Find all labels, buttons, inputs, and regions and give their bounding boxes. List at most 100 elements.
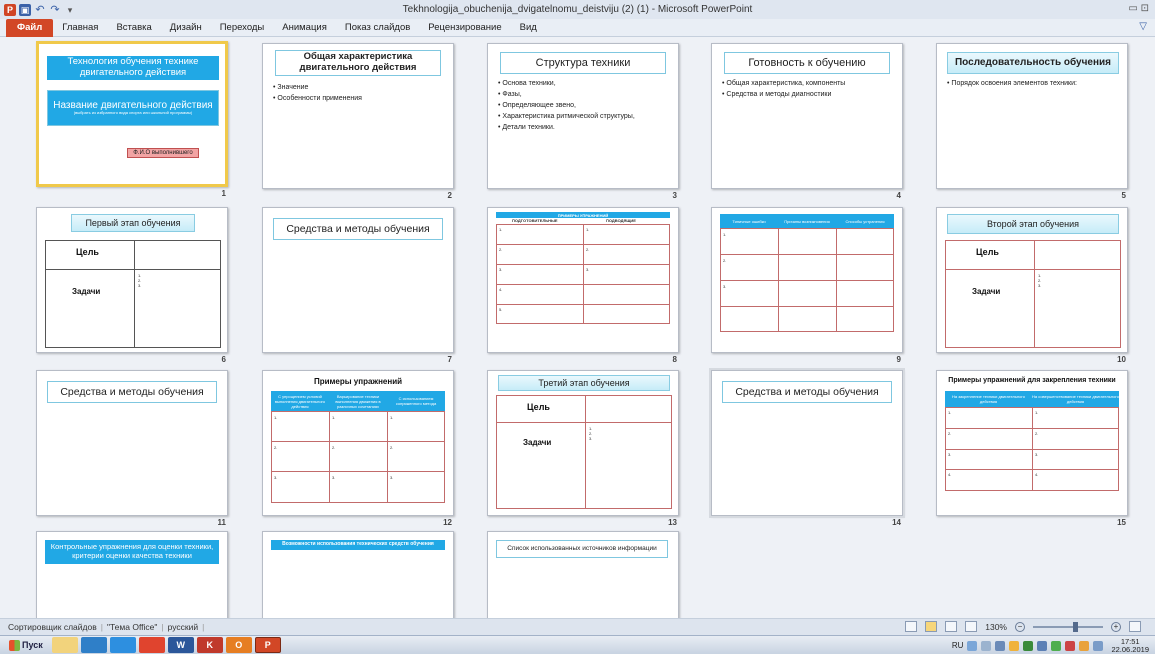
- powerpoint-app-icon[interactable]: P: [4, 3, 16, 16]
- slide-3-thumbnail[interactable]: Структура техники Основа техники, Фазы, …: [487, 43, 679, 189]
- tray-icon[interactable]: [1023, 640, 1034, 651]
- slide-15[interactable]: Примеры упражнений для закрепления техни…: [936, 370, 1128, 527]
- slide-3[interactable]: Структура техники Основа техники, Фазы, …: [487, 43, 679, 200]
- tab-insert[interactable]: Вставка: [107, 19, 160, 37]
- slide-18[interactable]: Список использованных источников информа…: [487, 531, 679, 618]
- slide-7-title: Средства и методы обучения: [273, 218, 443, 240]
- zoom-level[interactable]: 130%: [985, 622, 1007, 632]
- slide-15-table: 1. 2. 3. 4. 1. 2. 3. 4.: [945, 407, 1119, 491]
- status-theme[interactable]: "Тема Office": [107, 622, 157, 632]
- status-language[interactable]: русский: [168, 622, 199, 632]
- slide-10-thumbnail[interactable]: Второй этап обучения Цель Задачи 1. 2. 3…: [936, 207, 1128, 353]
- row-number: 3.: [1035, 452, 1039, 457]
- media-player-taskbar-icon[interactable]: [80, 637, 107, 653]
- slide-18-thumbnail[interactable]: Список использованных источников информа…: [487, 531, 679, 618]
- zoom-out-button[interactable]: −: [1015, 621, 1025, 632]
- slide-2-thumbnail[interactable]: Общая характеристика двигательного дейст…: [262, 43, 454, 189]
- slide-14[interactable]: Средства и методы обучения 14: [709, 368, 905, 527]
- tray-icon[interactable]: [981, 640, 992, 651]
- slide-17-thumbnail[interactable]: Возможности использования технических ср…: [262, 531, 454, 618]
- tray-icon[interactable]: [1051, 640, 1062, 651]
- slide-14-thumbnail[interactable]: Средства и методы обучения: [709, 368, 905, 518]
- tray-icon[interactable]: [1079, 640, 1090, 651]
- volume-icon[interactable]: [1093, 640, 1104, 651]
- chrome-taskbar-icon[interactable]: [138, 637, 165, 653]
- slide-5[interactable]: Последовательность обучения Порядок осво…: [936, 43, 1128, 200]
- normal-view-button[interactable]: [905, 621, 918, 632]
- window-title: Tekhnologija_obuchenija_dvigatelnomu_dei…: [402, 4, 753, 15]
- slide-16[interactable]: Контрольные упражнения для оценки техник…: [36, 531, 228, 618]
- network-icon[interactable]: [1037, 640, 1048, 651]
- tray-icon[interactable]: [1065, 640, 1076, 651]
- slide-12-thumbnail[interactable]: Примеры упражнений С упрощением условий …: [262, 370, 454, 516]
- tab-design[interactable]: Дизайн: [161, 19, 211, 37]
- zoom-slider-thumb[interactable]: [1073, 621, 1078, 632]
- slide-10[interactable]: Второй этап обучения Цель Задачи 1. 2. 3…: [936, 207, 1128, 364]
- zoom-in-button[interactable]: +: [1111, 621, 1121, 632]
- clock[interactable]: 17:51 22.06.2019: [1111, 637, 1149, 654]
- slide-13-thumbnail[interactable]: Третий этап обучения Цель Задачи 1. 2. 3…: [487, 370, 679, 516]
- ribbon-minimize-icon[interactable]: ▽: [1139, 21, 1147, 32]
- window-controls[interactable]: ▭ ⊡: [1128, 3, 1149, 14]
- tab-home[interactable]: Главная: [53, 19, 107, 37]
- word-taskbar-icon[interactable]: W: [167, 637, 194, 653]
- slide-9[interactable]: Типичные ошибки Причины возникновения Сп…: [711, 207, 903, 364]
- slide-16-thumbnail[interactable]: Контрольные упражнения для оценки техник…: [36, 531, 228, 618]
- slide-17[interactable]: Возможности использования технических ср…: [262, 531, 454, 618]
- slideshow-view-button[interactable]: [965, 621, 978, 632]
- slide-11-thumbnail[interactable]: Средства и методы обучения: [36, 370, 228, 516]
- slide-1[interactable]: Технология обучения технике двигательног…: [36, 41, 228, 198]
- tab-slideshow[interactable]: Показ слайдов: [336, 19, 419, 37]
- slide-8-thumbnail[interactable]: ПРИМЕРЫ УПРАЖНЕНИЙ ПОДГОТОВИТЕЛЬНЫЕ ПОДВ…: [487, 207, 679, 353]
- fit-to-window-button[interactable]: [1129, 621, 1141, 632]
- slide-number: 5: [1121, 191, 1126, 200]
- save-icon[interactable]: ▣: [19, 3, 31, 16]
- powerpoint-taskbar-icon[interactable]: P: [254, 637, 281, 653]
- tab-file[interactable]: Файл: [6, 18, 54, 37]
- kaspersky-taskbar-icon[interactable]: K: [196, 637, 223, 653]
- slide-11[interactable]: Средства и методы обучения 11: [36, 370, 228, 527]
- slide-7-thumbnail[interactable]: Средства и методы обучения: [262, 207, 454, 353]
- start-button[interactable]: Пуск: [3, 639, 49, 651]
- tab-transitions[interactable]: Переходы: [211, 19, 274, 37]
- explorer-taskbar-icon[interactable]: [51, 637, 78, 653]
- slide-8[interactable]: ПРИМЕРЫ УПРАЖНЕНИЙ ПОДГОТОВИТЕЛЬНЫЕ ПОДВ…: [487, 207, 679, 364]
- undo-icon[interactable]: ↶: [34, 4, 46, 16]
- tab-animation[interactable]: Анимация: [273, 19, 336, 37]
- zoom-slider[interactable]: [1033, 621, 1103, 632]
- slide-4-thumbnail[interactable]: Готовность к обучению Общая характеристи…: [711, 43, 903, 189]
- row-number: 1.: [586, 227, 590, 232]
- tray-icon[interactable]: [967, 640, 978, 651]
- ie-taskbar-icon[interactable]: [109, 637, 136, 653]
- tab-review[interactable]: Рецензирование: [419, 19, 510, 37]
- goal-label: Цель: [76, 247, 99, 257]
- slide-5-thumbnail[interactable]: Последовательность обучения Порядок осво…: [936, 43, 1128, 189]
- tab-view[interactable]: Вид: [511, 19, 546, 37]
- slide-12-table: 1. 2. 3. 1. 2. 3. 1. 2. 3.: [271, 411, 445, 503]
- reading-view-button[interactable]: [945, 621, 958, 632]
- slide-4[interactable]: Готовность к обучению Общая характеристи…: [711, 43, 903, 200]
- slide-sorter-view-button[interactable]: [925, 621, 938, 632]
- slide-2[interactable]: Общая характеристика двигательного дейст…: [262, 43, 454, 200]
- tray-icon[interactable]: [1009, 640, 1020, 651]
- slide-6-thumbnail[interactable]: Первый этап обучения Цель Задачи 1. 2. 3…: [36, 207, 228, 353]
- customize-toolbar-icon[interactable]: ▾: [64, 4, 76, 16]
- slide-sorter[interactable]: Технология обучения технике двигательног…: [0, 37, 1155, 618]
- row-number: 2.: [274, 445, 278, 450]
- slide-7[interactable]: Средства и методы обучения 7: [262, 207, 454, 364]
- slide-6[interactable]: Первый этап обучения Цель Задачи 1. 2. 3…: [36, 207, 228, 364]
- tasks-label: Задачи: [972, 287, 1001, 296]
- slide-13[interactable]: Третий этап обучения Цель Задачи 1. 2. 3…: [487, 370, 679, 527]
- keyboard-language[interactable]: RU: [952, 641, 964, 650]
- slide-15-thumbnail[interactable]: Примеры упражнений для закрепления техни…: [936, 370, 1128, 516]
- slide-12[interactable]: Примеры упражнений С упрощением условий …: [262, 370, 454, 527]
- redo-icon[interactable]: ↷: [49, 4, 61, 16]
- slide-number: 4: [896, 191, 901, 200]
- office-taskbar-icon[interactable]: O: [225, 637, 252, 653]
- row-number: 1.: [1035, 410, 1039, 415]
- tray-icon[interactable]: [995, 640, 1006, 651]
- slide-1-thumbnail[interactable]: Технология обучения технике двигательног…: [36, 41, 228, 187]
- slide-2-bullets: Значение Особенности применения: [273, 82, 362, 104]
- slide-9-thumbnail[interactable]: Типичные ошибки Причины возникновения Сп…: [711, 207, 903, 353]
- slide-8-table: 1. 2. 3. 4. 5. 1. 2. 3.: [496, 224, 670, 324]
